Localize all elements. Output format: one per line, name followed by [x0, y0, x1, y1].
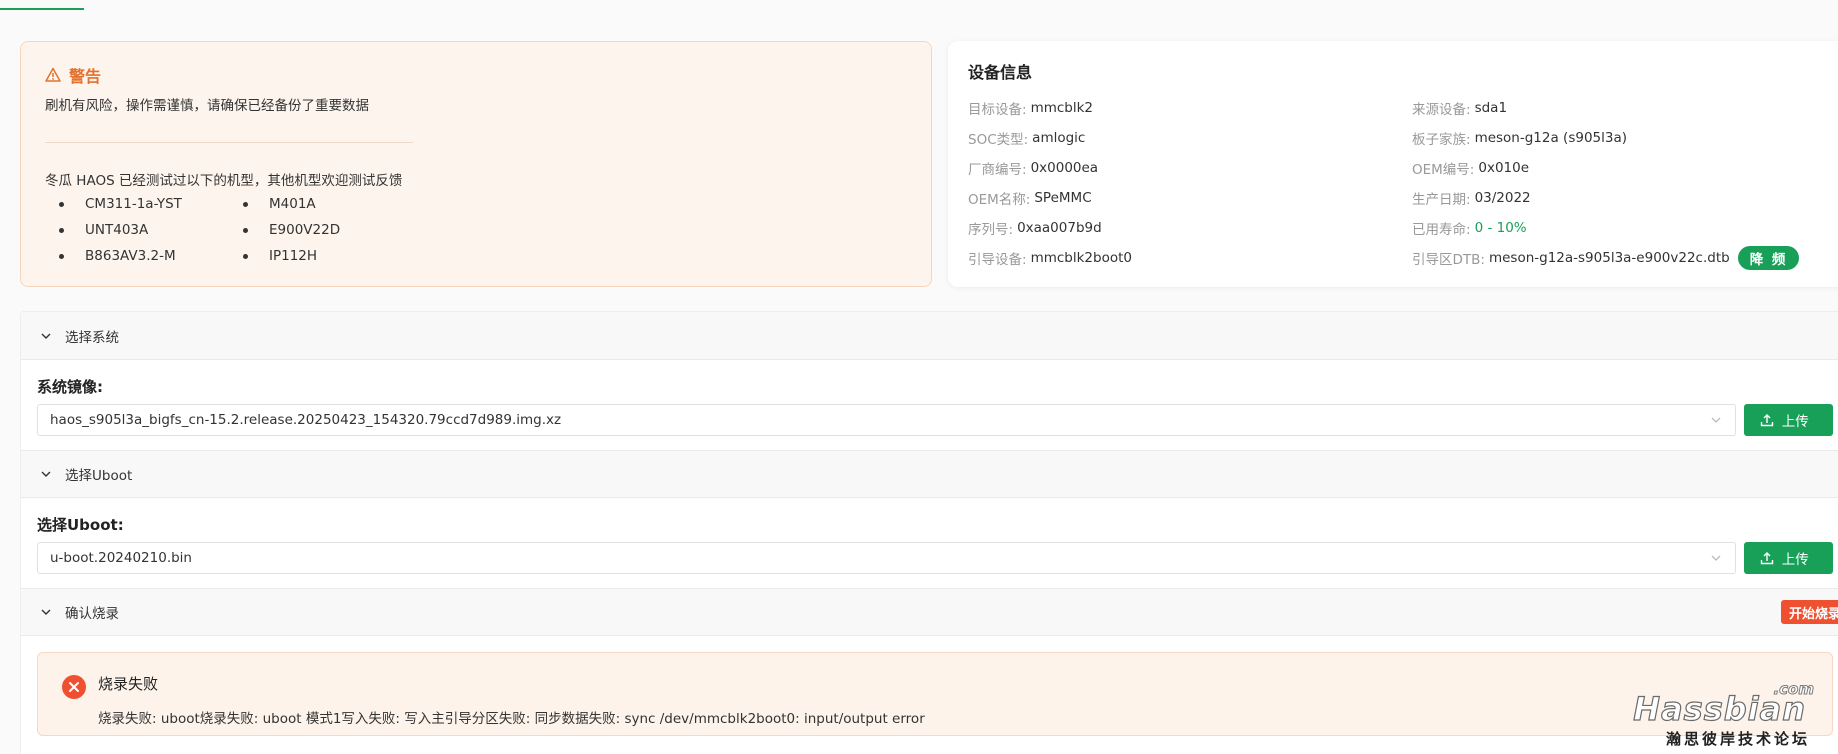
- error-circle-icon: [62, 675, 86, 699]
- chevron-down-icon: [41, 471, 51, 477]
- field-label: 来源设备:: [1412, 102, 1471, 118]
- select-value: haos_s905l3a_bigfs_cn-15.2.release.20250…: [50, 412, 562, 428]
- field-value: 0x0000ea: [1030, 160, 1099, 176]
- system-image-label: 系统镜像:: [37, 378, 103, 396]
- field-value: meson-g12a (s905l3a): [1474, 130, 1627, 146]
- device-field-oem-name: OEM名称: SPeMMC: [968, 183, 1412, 213]
- tested-models-list: CM311-1a-YST M401A UNT403A E900V22D B863…: [45, 195, 907, 265]
- tested-models-title: 冬瓜 HAOS 已经测试过以下的机型，其他机型欢迎测试反馈: [45, 173, 403, 189]
- chevron-down-icon: [41, 609, 51, 615]
- device-field-lifetime: 已用寿命: 0 - 10%: [1412, 213, 1832, 243]
- device-field-boot-dtb: 引导区DTB: meson-g12a-s905l3a-e900v22c.dtb 降 …: [1412, 243, 1832, 273]
- flash-steps-collapse: 选择系统 系统镜像: haos_s905l3a_bigfs_cn-15.2.re…: [20, 311, 1838, 754]
- upload-system-button[interactable]: 上传: [1743, 404, 1833, 436]
- device-info-card: 设备信息 目标设备: mmcblk2 来源设备: sda1 SOC类型: amlogi…: [948, 41, 1838, 287]
- list-item: E900V22D: [243, 221, 427, 239]
- downclock-button[interactable]: 降 频: [1737, 246, 1800, 270]
- field-label: 厂商编号:: [968, 162, 1027, 178]
- field-label: 生产日期:: [1412, 192, 1471, 208]
- watermark-forum-name: 瀚思彼岸技术论坛: [1665, 730, 1810, 748]
- warning-title: 警告: [45, 62, 907, 88]
- chevron-down-icon: [1711, 555, 1721, 561]
- device-field-serial: 序列号: 0xaa007b9d: [968, 213, 1412, 243]
- device-field-source: 来源设备: sda1: [1412, 93, 1832, 123]
- error-alert: 烧录失败 烧录失败: uboot烧录失败: uboot 模式1写入失败: 写入主…: [37, 652, 1833, 736]
- device-field-boot-device: 引导设备: mmcblk2boot0: [968, 243, 1412, 273]
- site-watermark: .com Hassbian 瀚思彼岸技术论坛: [1633, 680, 1816, 752]
- list-item: B863AV3.2-M: [59, 247, 243, 265]
- section-header-uboot[interactable]: 选择Uboot: [21, 450, 1838, 498]
- device-field-vendor-id: 厂商编号: 0x0000ea: [968, 153, 1412, 183]
- field-label: OEM名称:: [968, 192, 1031, 208]
- uboot-label: 选择Uboot:: [37, 516, 124, 534]
- section-header-system[interactable]: 选择系统: [21, 312, 1838, 360]
- field-value: sda1: [1474, 100, 1508, 116]
- system-image-select[interactable]: haos_s905l3a_bigfs_cn-15.2.release.20250…: [37, 404, 1736, 436]
- list-item: UNT403A: [59, 221, 243, 239]
- system-image-row: haos_s905l3a_bigfs_cn-15.2.release.20250…: [37, 404, 1833, 436]
- field-value: mmcblk2boot0: [1030, 250, 1132, 266]
- warning-message: 刷机有风险，操作需谨慎，请确保已经备份了重要数据: [45, 98, 369, 114]
- field-label: 目标设备:: [968, 102, 1027, 118]
- field-value: mmcblk2: [1030, 100, 1094, 116]
- chevron-down-icon: [41, 333, 51, 339]
- error-title: 烧录失败: [98, 675, 159, 693]
- device-info-title: 设备信息: [968, 63, 1033, 82]
- field-label: 已用寿命:: [1412, 222, 1471, 238]
- field-label: 板子家族:: [1412, 132, 1471, 148]
- device-field-mfg-date: 生产日期: 03/2022: [1412, 183, 1832, 213]
- field-label: OEM编号:: [1412, 162, 1475, 178]
- field-label: 序列号:: [968, 222, 1014, 238]
- device-field-soc: SOC类型: amlogic: [968, 123, 1412, 153]
- select-value: u-boot.20240210.bin: [50, 550, 192, 566]
- device-field-board-family: 板子家族: meson-g12a (s905l3a): [1412, 123, 1832, 153]
- watermark-brand: Hassbian: [1633, 689, 1806, 728]
- uboot-select[interactable]: u-boot.20240210.bin: [37, 542, 1736, 574]
- uboot-row: u-boot.20240210.bin 上传: [37, 542, 1833, 574]
- list-item: CM311-1a-YST: [59, 195, 243, 213]
- section-header-label: 选择系统: [65, 329, 119, 346]
- field-label: SOC类型:: [968, 132, 1029, 148]
- field-value: 03/2022: [1474, 190, 1531, 206]
- section-header-label: 确认烧录: [65, 606, 119, 622]
- warning-divider: [45, 142, 413, 143]
- upload-uboot-button[interactable]: 上传: [1743, 542, 1833, 574]
- warning-triangle-icon: [45, 67, 61, 82]
- upload-button-label: 上传: [1781, 414, 1809, 430]
- error-message: 烧录失败: uboot烧录失败: uboot 模式1写入失败: 写入主引导分区失…: [98, 711, 925, 727]
- section-body-uboot: 选择Uboot: u-boot.20240210.bin 上传: [21, 498, 1838, 588]
- section-header-label: 选择Uboot: [65, 468, 133, 484]
- field-label: 引导区DTB:: [1412, 252, 1485, 268]
- list-item: M401A: [243, 195, 427, 213]
- field-value: 0x010e: [1478, 160, 1530, 176]
- warning-title-text: 警告: [69, 67, 102, 86]
- chevron-down-icon: [1711, 417, 1721, 423]
- list-item: IP112H: [243, 247, 427, 265]
- section-header-confirm[interactable]: 确认烧录 开始烧录: [21, 588, 1838, 636]
- device-field-target: 目标设备: mmcblk2: [968, 93, 1412, 123]
- active-tab-indicator: [0, 0, 84, 10]
- upload-icon: [1760, 414, 1773, 427]
- device-info-grid: 目标设备: mmcblk2 来源设备: sda1 SOC类型: amlogic 板子家…: [968, 93, 1828, 273]
- field-value: meson-g12a-s905l3a-e900v22c.dtb: [1488, 250, 1730, 266]
- start-flash-button[interactable]: 开始烧录: [1780, 600, 1838, 624]
- field-label: 引导设备:: [968, 252, 1027, 268]
- field-value: SPeMMC: [1034, 190, 1092, 206]
- field-value: 0xaa007b9d: [1017, 220, 1102, 236]
- device-field-oem-id: OEM编号: 0x010e: [1412, 153, 1832, 183]
- field-value: 0 - 10%: [1474, 220, 1527, 236]
- section-body-system: 系统镜像: haos_s905l3a_bigfs_cn-15.2.release…: [21, 360, 1838, 450]
- field-value: amlogic: [1032, 130, 1086, 146]
- warning-card: 警告 刷机有风险，操作需谨慎，请确保已经备份了重要数据 冬瓜 HAOS 已经测试…: [20, 41, 932, 287]
- upload-button-label: 上传: [1781, 552, 1809, 568]
- upload-icon: [1760, 552, 1773, 565]
